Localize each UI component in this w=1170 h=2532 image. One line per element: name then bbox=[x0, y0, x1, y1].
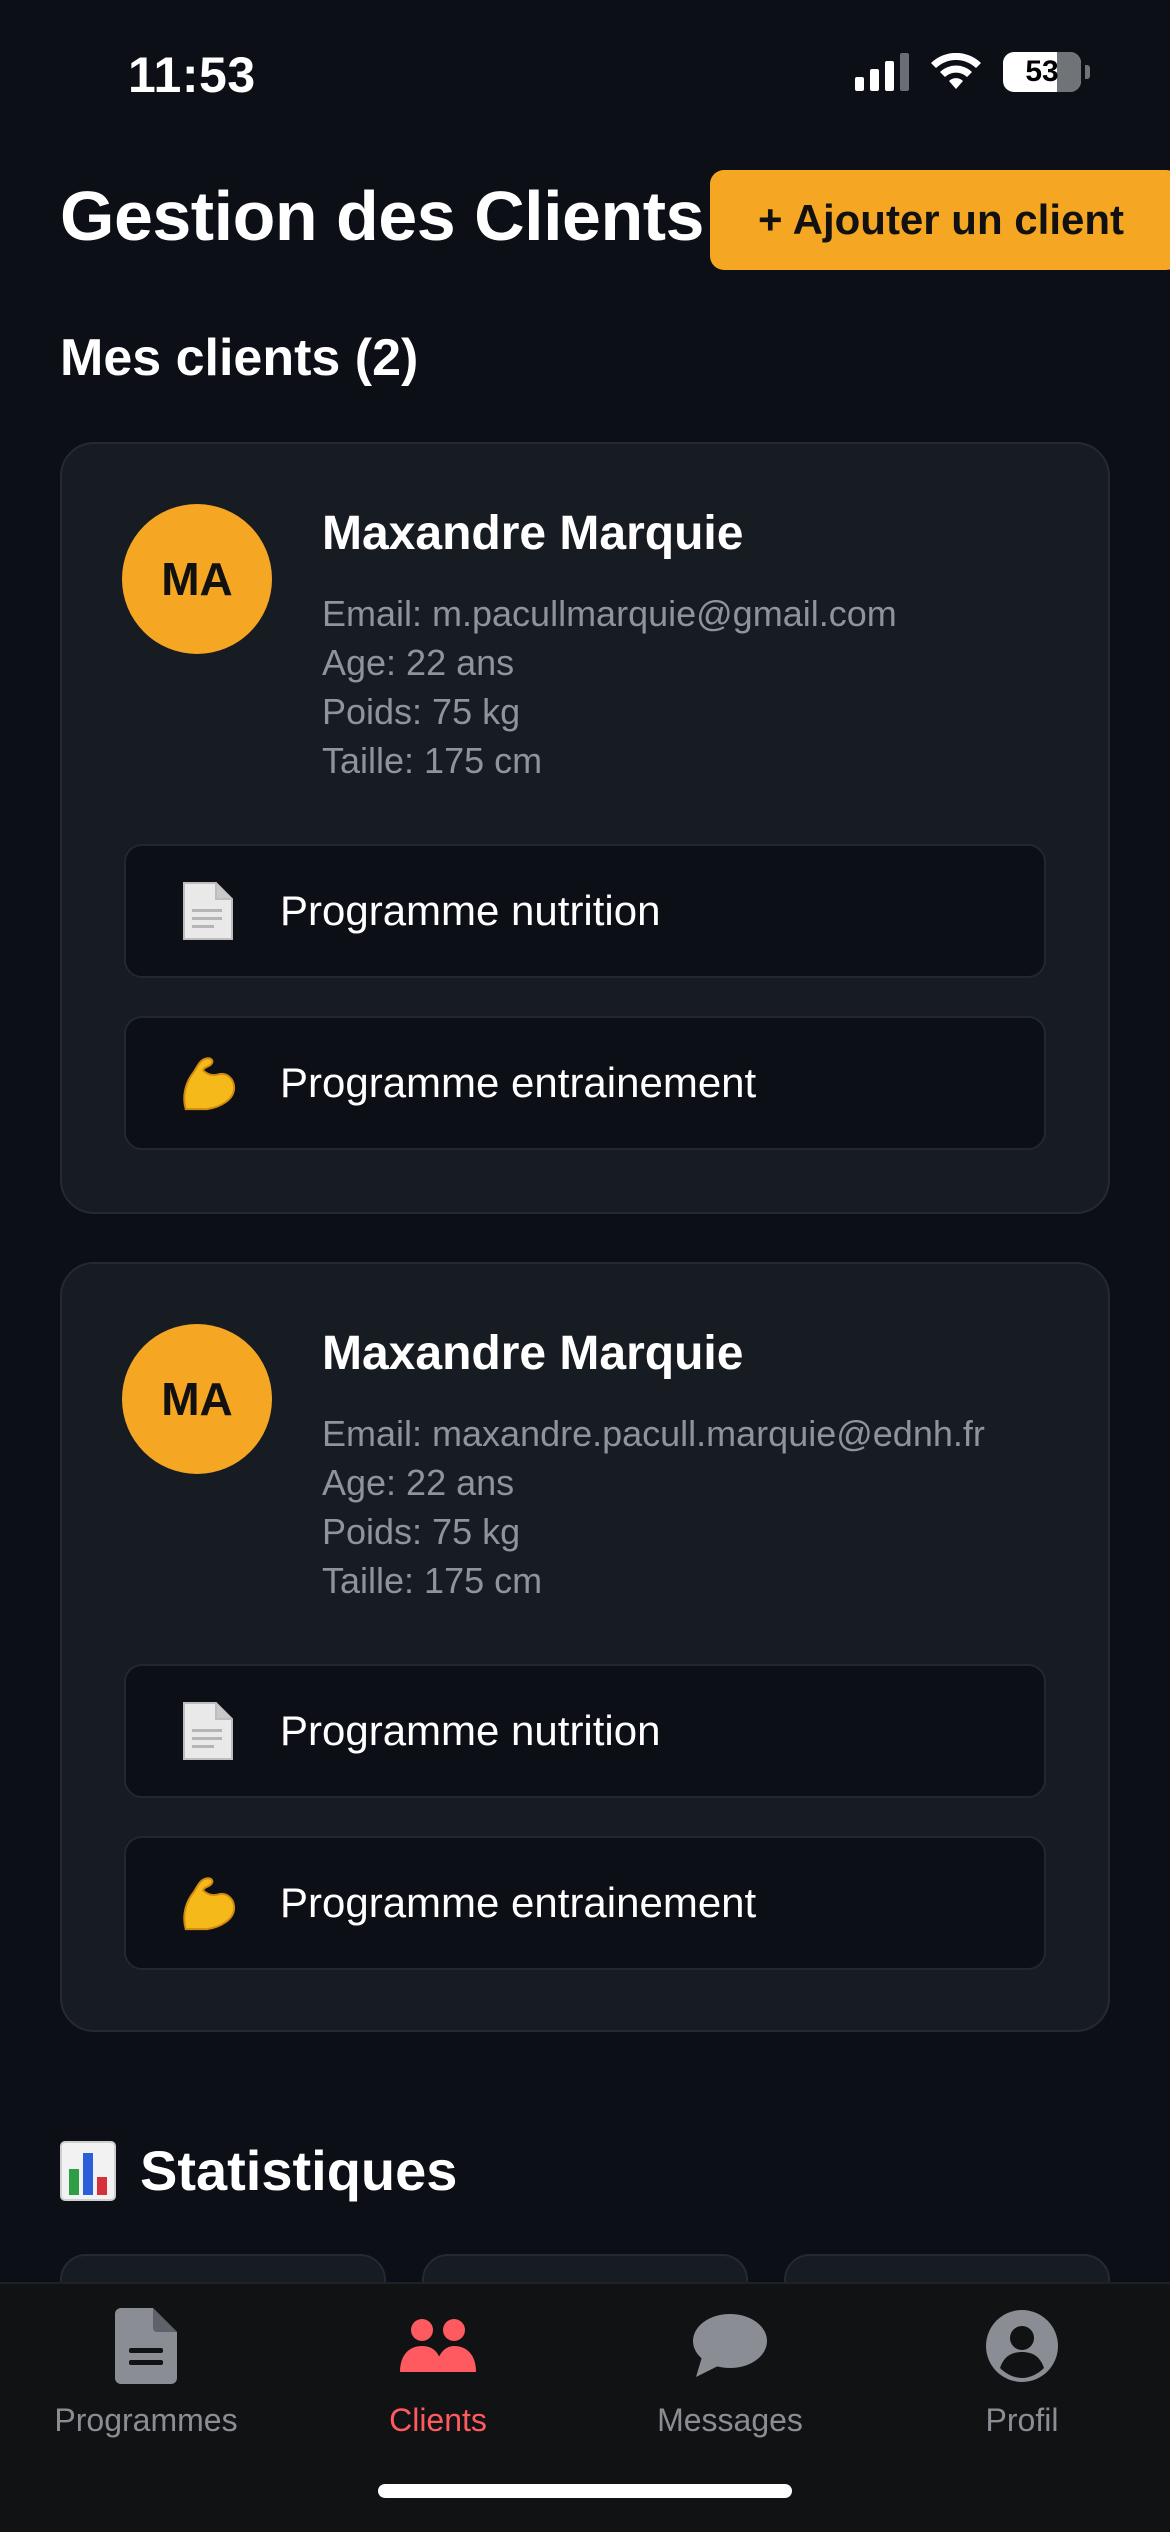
client-card: MA Maxandre Marquie Email: maxandre.pacu… bbox=[60, 1262, 1110, 2032]
document-icon bbox=[178, 879, 238, 943]
training-program-button[interactable]: Programme entrainement bbox=[124, 1836, 1046, 1970]
client-age: Age: 22 ans bbox=[322, 1462, 515, 1503]
client-email: Email: m.pacullmarquie@gmail.com bbox=[322, 593, 897, 634]
client-card: MA Maxandre Marquie Email: m.pacullmarqu… bbox=[60, 442, 1110, 1214]
status-time: 11:53 bbox=[128, 47, 256, 103]
status-icons: 53 bbox=[855, 52, 1090, 92]
client-height: Taille: 175 cm bbox=[322, 1560, 543, 1601]
battery-icon: 53 bbox=[1003, 52, 1081, 92]
screen: 11:53 53 Gestion des Clients + Ajouter u… bbox=[0, 0, 1170, 2532]
clients-section-title: Mes clients (2) bbox=[60, 329, 419, 387]
client-email: Email: maxandre.pacull.marquie@ednh.fr bbox=[322, 1413, 985, 1454]
tab-programmes[interactable]: Programmes bbox=[16, 2304, 276, 2439]
client-height: Taille: 175 cm bbox=[322, 740, 543, 781]
training-program-label: Programme entrainement bbox=[280, 1879, 757, 1926]
wifi-icon bbox=[931, 53, 981, 89]
client-name: Maxandre Marquie bbox=[322, 507, 744, 560]
flexed-biceps-icon bbox=[178, 1871, 238, 1935]
tab-messages[interactable]: Messages bbox=[600, 2304, 860, 2439]
battery-percentage: 53 bbox=[1025, 55, 1059, 88]
bar-chart-icon bbox=[60, 2140, 116, 2201]
client-info: Email: m.pacullmarquie@gmail.com Age: 22… bbox=[322, 589, 897, 785]
tab-label: Programmes bbox=[54, 2402, 238, 2438]
battery-cap bbox=[1085, 65, 1090, 79]
avatar: MA bbox=[122, 1324, 272, 1474]
page-title: Gestion des Clients bbox=[60, 177, 704, 255]
client-weight: Poids: 75 kg bbox=[322, 1511, 521, 1552]
home-indicator bbox=[378, 2484, 792, 2498]
nutrition-program-label: Programme nutrition bbox=[280, 887, 661, 934]
tab-label: Messages bbox=[657, 2402, 803, 2438]
document-icon bbox=[115, 2304, 177, 2388]
training-program-button[interactable]: Programme entrainement bbox=[124, 1016, 1046, 1150]
chat-bubble-icon bbox=[692, 2304, 768, 2388]
add-client-button[interactable]: + Ajouter un client bbox=[710, 170, 1170, 270]
document-icon bbox=[178, 1699, 238, 1763]
flexed-biceps-icon bbox=[178, 1051, 238, 1115]
stats-title: Statistiques bbox=[140, 2139, 458, 2202]
client-weight: Poids: 75 kg bbox=[322, 691, 521, 732]
client-age: Age: 22 ans bbox=[322, 642, 515, 683]
stats-section-title: Statistiques bbox=[60, 2138, 457, 2203]
avatar: MA bbox=[122, 504, 272, 654]
tab-label: Profil bbox=[985, 2402, 1059, 2438]
training-program-label: Programme entrainement bbox=[280, 1059, 757, 1106]
user-circle-icon bbox=[986, 2304, 1058, 2388]
client-name: Maxandre Marquie bbox=[322, 1327, 744, 1380]
cellular-signal-icon bbox=[855, 53, 909, 91]
status-bar: 11:53 53 bbox=[0, 0, 1170, 150]
nutrition-program-label: Programme nutrition bbox=[280, 1707, 661, 1754]
nutrition-program-button[interactable]: Programme nutrition bbox=[124, 844, 1046, 978]
tab-label: Clients bbox=[389, 2402, 487, 2438]
client-info: Email: maxandre.pacull.marquie@ednh.fr A… bbox=[322, 1409, 985, 1605]
users-icon bbox=[400, 2304, 476, 2388]
nutrition-program-button[interactable]: Programme nutrition bbox=[124, 1664, 1046, 1798]
tab-profil[interactable]: Profil bbox=[892, 2304, 1152, 2439]
tab-clients[interactable]: Clients bbox=[308, 2304, 568, 2439]
